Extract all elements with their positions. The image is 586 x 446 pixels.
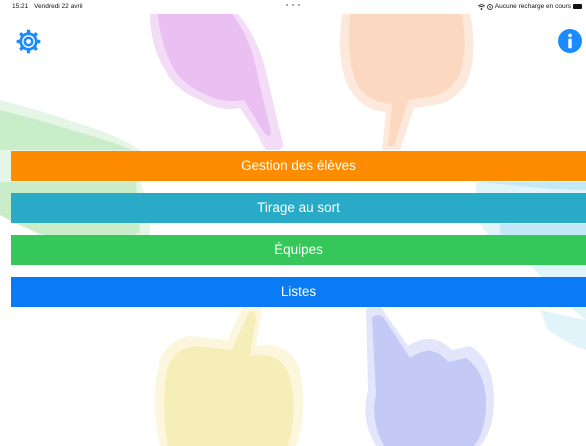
info-button[interactable] [558,29,582,53]
lists-button[interactable]: Listes [11,277,586,307]
settings-button[interactable] [16,29,41,54]
status-datetime: 15:21 Vendredi 22 avril [12,3,87,10]
main-menu: Gestion des élèves Tirage au sort Équipe… [11,151,586,319]
student-management-button[interactable]: Gestion des élèves [11,151,586,181]
gear-icon [16,29,41,54]
peach-hand-illustration [340,14,474,150]
pink-hand-illustration [150,14,284,150]
multitasking-dots-icon[interactable] [286,2,300,8]
battery-icon [573,4,582,9]
app-screen: 15:21 Vendredi 22 avril Aucune recharge … [0,0,586,446]
charge-icon [486,3,493,10]
random-draw-button[interactable]: Tirage au sort [11,193,586,223]
status-bar: 15:21 Vendredi 22 avril Aucune recharge … [0,0,586,14]
lavender-hand-illustration [365,303,494,446]
info-icon [568,33,572,49]
status-date: Vendredi 22 avril [34,3,83,10]
status-indicators: Aucune recharge en cours [477,3,582,10]
teams-button[interactable]: Équipes [11,235,586,265]
status-time: 15:21 [12,3,29,10]
charging-status-text: Aucune recharge en cours [494,3,571,10]
wifi-icon [477,3,485,10]
